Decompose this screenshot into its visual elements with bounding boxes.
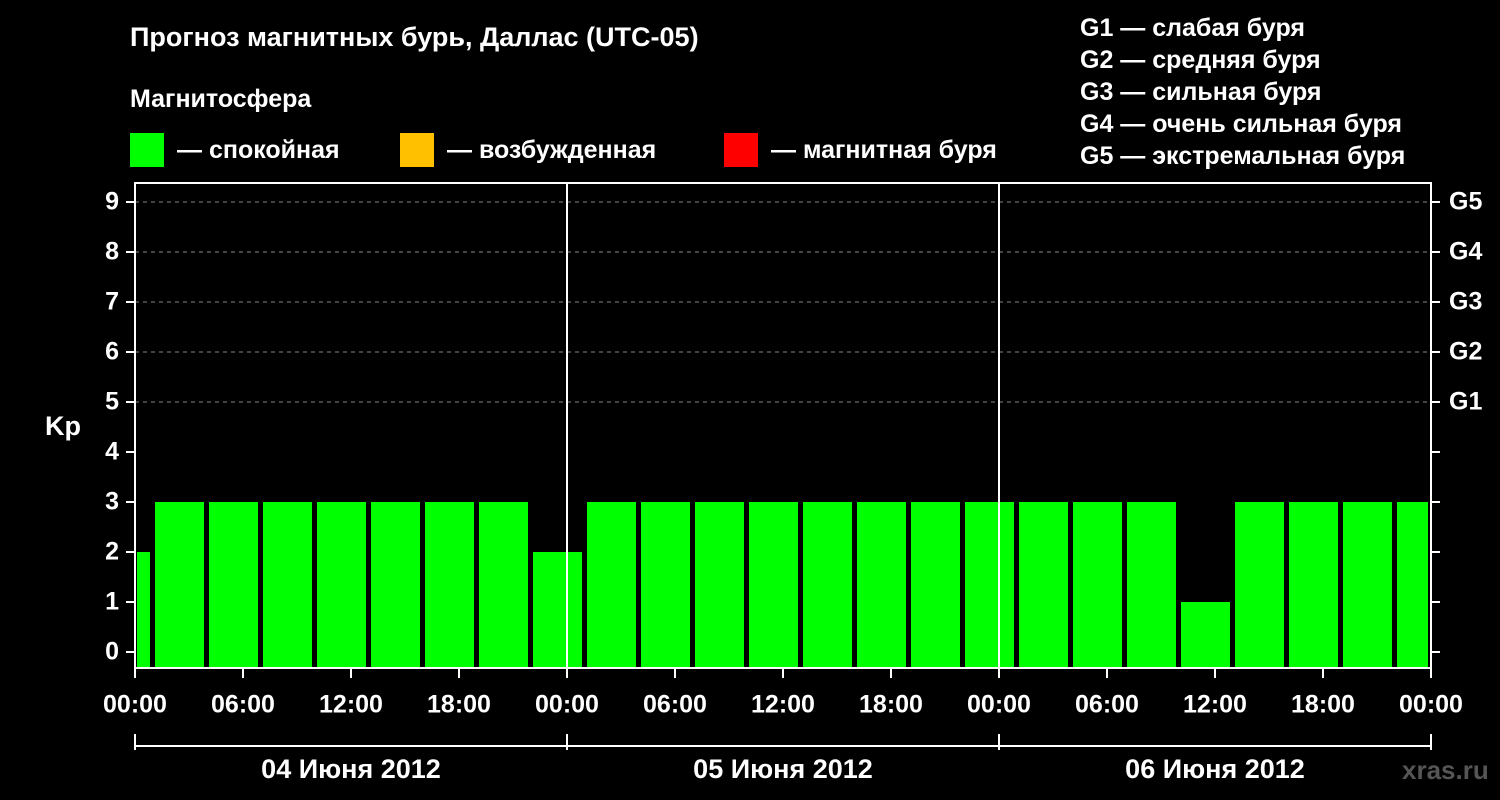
kp-bar [1073,502,1122,668]
right-axis-label: G3 [1449,288,1482,316]
kp-bar [479,502,528,668]
x-tick-label: 06:00 [1075,691,1139,719]
y-tick-label: 3 [105,488,119,516]
day-label: 04 Июня 2012 [261,754,441,784]
x-tick-label: 00:00 [103,691,167,719]
kp-bar [155,502,204,668]
kp-bar [263,502,312,668]
y-tick-label: 7 [105,288,119,316]
kp-bar [857,502,906,668]
right-axis-label: G1 [1449,388,1482,416]
y-tick-label: 9 [105,188,119,216]
kp-bar [209,502,258,668]
y-tick-label: 6 [105,338,119,366]
kp-bar [1397,502,1428,668]
kp-bar [1289,502,1338,668]
kp-bar [587,502,636,668]
y-tick-label: 1 [105,588,119,616]
x-tick-label: 18:00 [1291,691,1355,719]
kp-bar [749,502,798,668]
right-axis-label: G2 [1449,338,1482,366]
watermark: xras.ru [1402,755,1489,785]
y-axis-label: Kp [45,411,81,441]
kp-bar [695,502,744,668]
kp-bar-chart: 0 1 2 3 4 5 6 7 8 9 G1 G2 G3 G4 G5 Kp 00:00 06:00 12:00 18:… [45,182,1482,784]
kp-bar [803,502,852,668]
y-tick-label: 0 [105,638,119,666]
kp-bar [1235,502,1284,668]
kp-bar [1343,502,1392,668]
kp-bar [1127,502,1176,668]
y-tick-label: 8 [105,238,119,266]
x-tick-label: 00:00 [1399,691,1463,719]
right-axis-label: G5 [1449,188,1482,216]
kp-bar [965,502,1014,668]
y-tick-label: 4 [105,438,119,466]
x-tick-label: 00:00 [535,691,599,719]
kp-bar [911,502,960,668]
day-label: 05 Июня 2012 [693,754,873,784]
x-tick-label: 12:00 [319,691,383,719]
kp-bar [137,552,150,668]
y-tick-label: 5 [105,388,119,416]
kp-bar [641,502,690,668]
x-tick-label: 06:00 [643,691,707,719]
kp-bar [371,502,420,668]
y-tick-label: 2 [105,538,119,566]
x-tick-label: 12:00 [751,691,815,719]
day-label: 06 Июня 2012 [1125,754,1305,784]
x-tick-label: 06:00 [211,691,275,719]
kp-bar [317,502,366,668]
x-tick-label: 12:00 [1183,691,1247,719]
kp-bar [1019,502,1068,668]
kp-bar [533,552,582,668]
right-axis-label: G4 [1449,238,1482,266]
x-tick-label: 18:00 [427,691,491,719]
x-tick-label: 00:00 [967,691,1031,719]
x-tick-label: 18:00 [859,691,923,719]
kp-bar [425,502,474,668]
kp-bar [1181,602,1230,668]
